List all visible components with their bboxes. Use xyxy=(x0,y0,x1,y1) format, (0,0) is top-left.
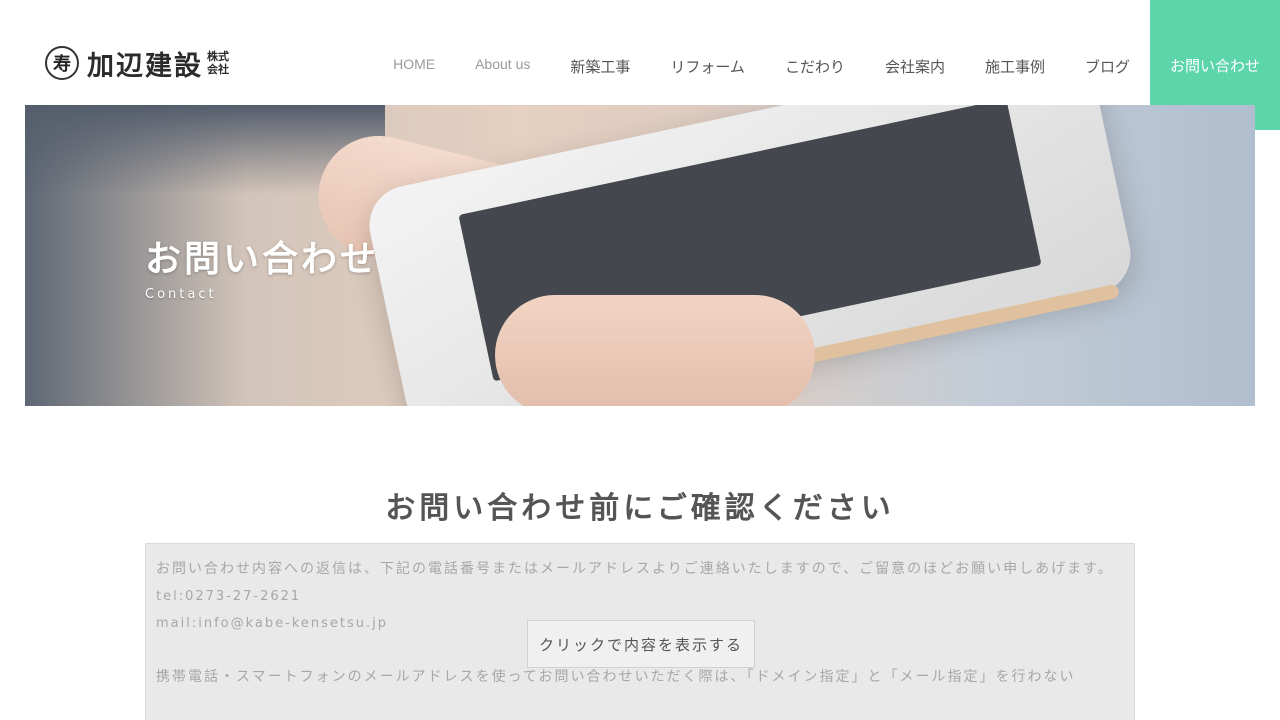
notice-reply-text: お問い合わせ内容への返信は、下記の電話番号またはメールアドレスよりご連絡いたしま… xyxy=(156,561,1114,577)
company-logo[interactable]: 寿 加辺建設 株式 会社 xyxy=(45,44,229,82)
nav-item-reform[interactable]: リフォーム xyxy=(650,56,765,77)
logo-suffix-top: 株式 xyxy=(207,50,229,63)
hero-banner: お問い合わせ Contact xyxy=(25,105,1255,406)
nav-item-about-us[interactable]: About us xyxy=(455,56,550,72)
nav-item-company-info[interactable]: 会社案内 xyxy=(865,56,965,77)
notice-tel: tel:0273-27-2621 xyxy=(156,589,302,604)
logo-company-name: 加辺建設 xyxy=(87,50,203,82)
nav-item-new-construction[interactable]: 新築工事 xyxy=(550,56,650,77)
notice-box: お問い合わせ内容への返信は、下記の電話番号またはメールアドレスよりご連絡いたしま… xyxy=(145,543,1135,720)
reveal-content-button[interactable]: クリックで内容を表示する xyxy=(527,620,755,668)
nav-item-commitment[interactable]: こだわり xyxy=(765,56,865,77)
logo-seal: 寿 xyxy=(45,46,79,80)
nav-item-blog[interactable]: ブログ xyxy=(1065,56,1150,77)
logo-suffix-bottom: 会社 xyxy=(207,63,229,76)
nav-item-home[interactable]: HOME xyxy=(373,56,455,72)
hero-title: お問い合わせ xyxy=(145,239,380,280)
notice-mobile-text: 携帯電話・スマートフォンのメールアドレスを使ってお問い合わせいただく際は、「ドメ… xyxy=(156,669,1076,685)
site-header: 寿 加辺建設 株式 会社 HOME About us 新築工事 リフォーム こだ… xyxy=(0,0,1280,105)
nav-item-works[interactable]: 施工事例 xyxy=(965,56,1065,77)
logo-suffix: 株式 会社 xyxy=(207,50,229,76)
section-title: お問い合わせ前にご確認ください xyxy=(385,491,895,526)
hero-subtitle: Contact xyxy=(145,287,217,302)
